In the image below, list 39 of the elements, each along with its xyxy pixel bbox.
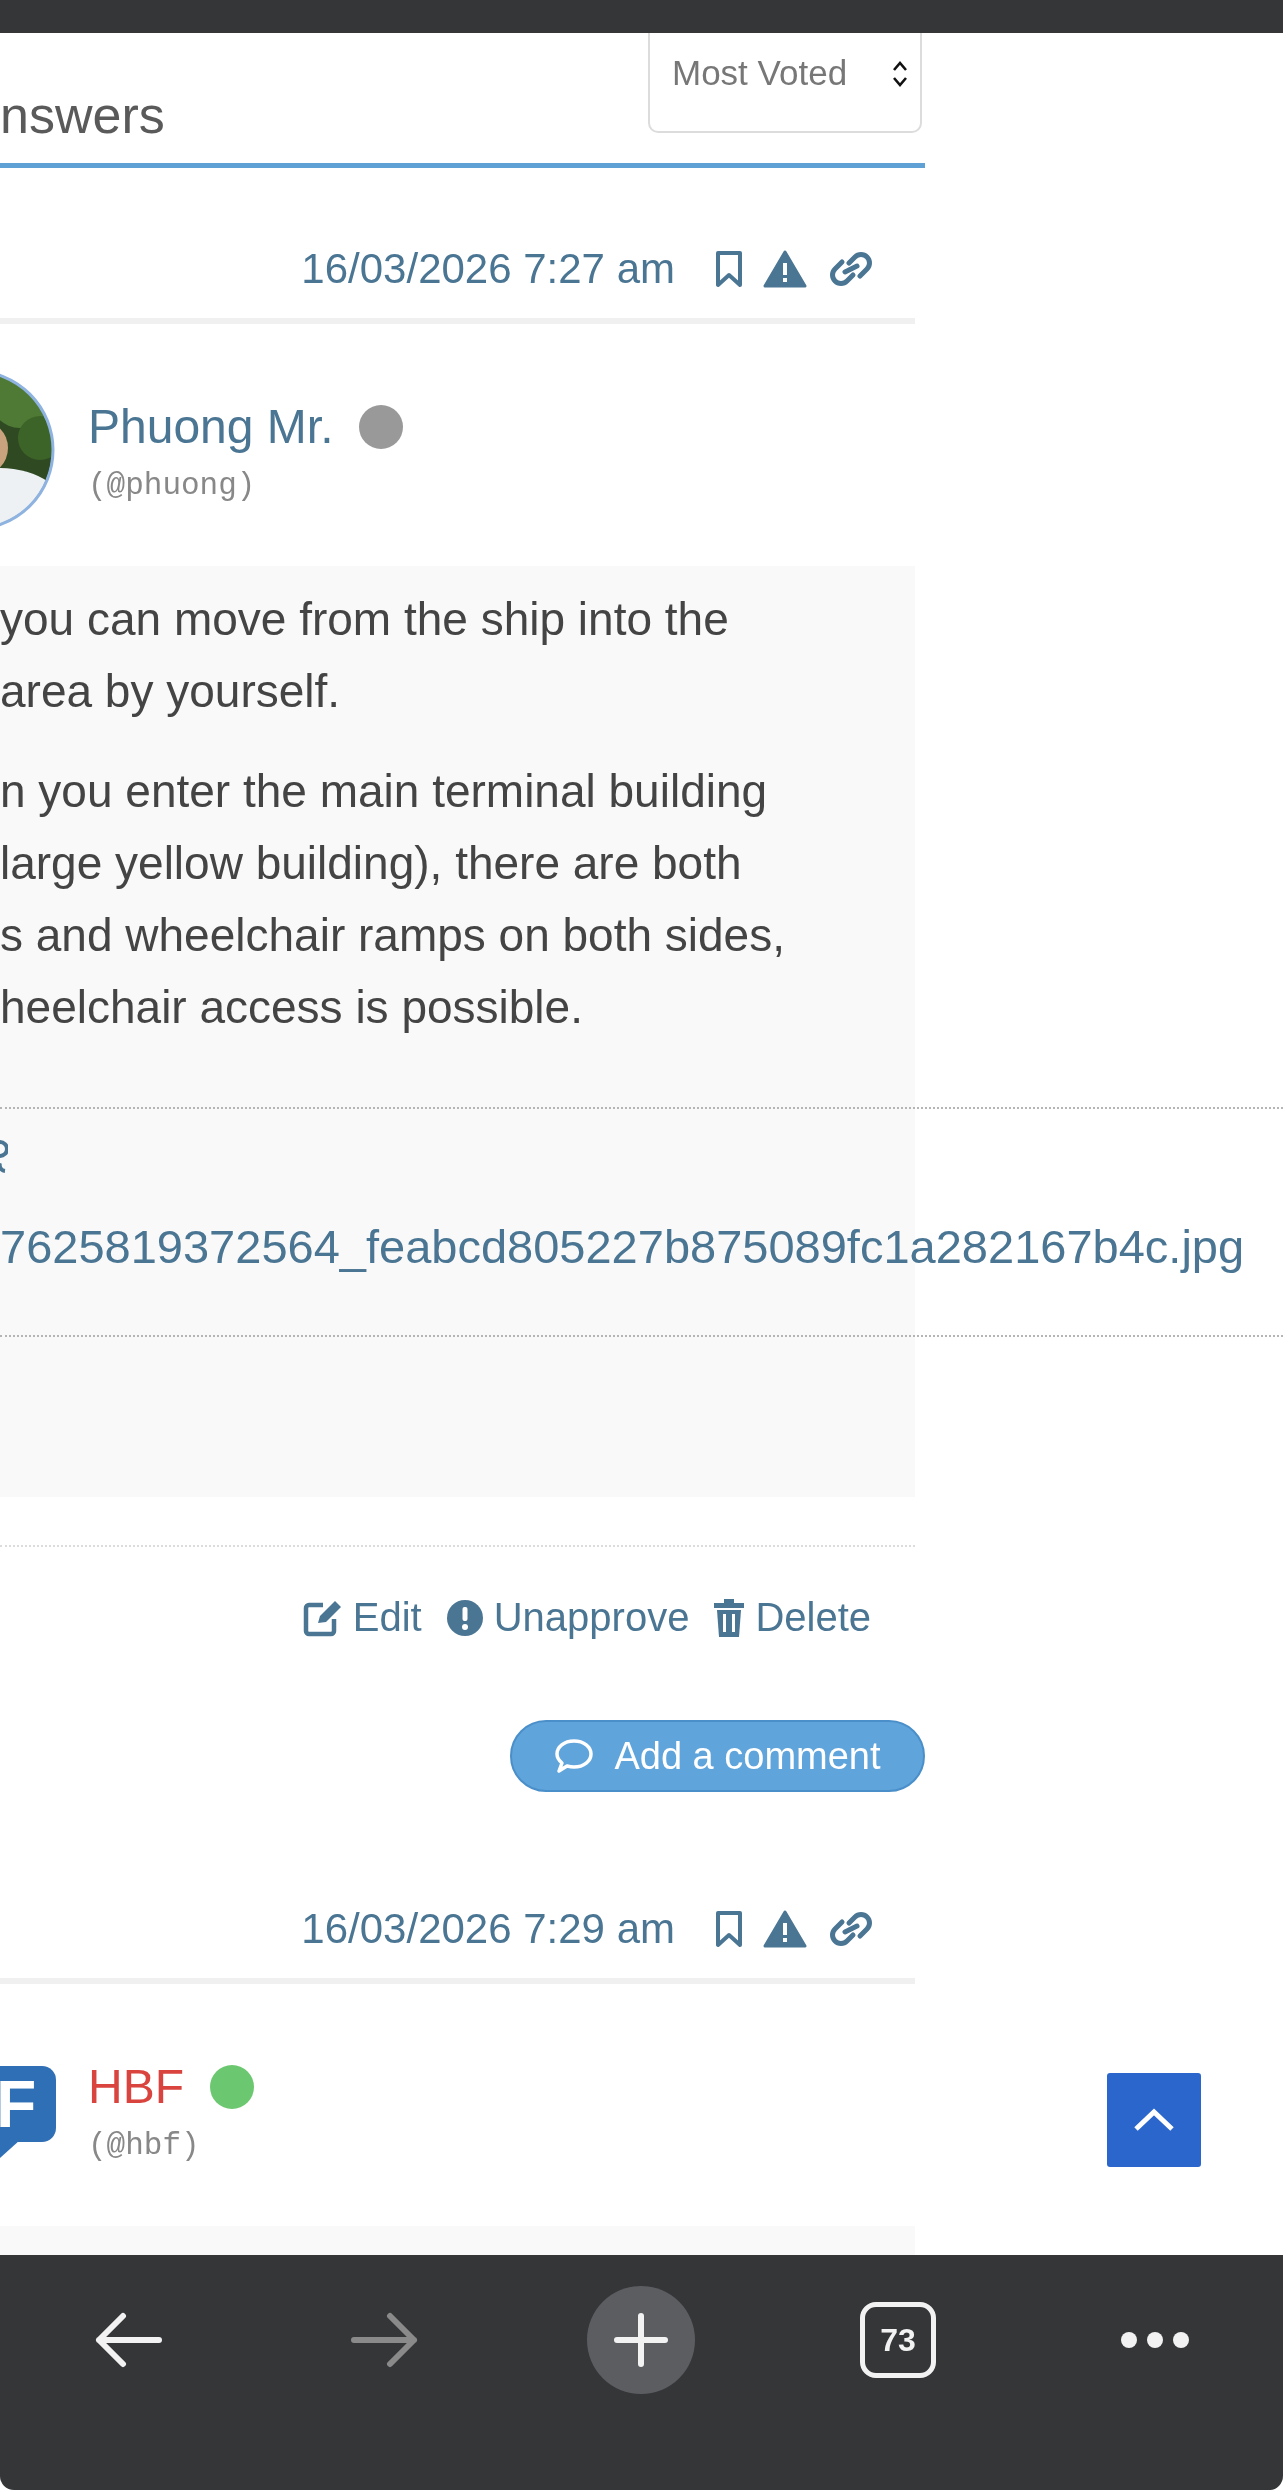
answer-text: s and wheelchair ramps on both sides, — [0, 908, 786, 963]
author-handle: (@hbf) — [88, 2128, 201, 2163]
bookmark-icon[interactable] — [715, 250, 743, 288]
back-to-top-button[interactable] — [1107, 2073, 1201, 2167]
answer-text: n you enter the main terminal building — [0, 764, 769, 819]
author-handle: (@phuong) — [88, 468, 257, 503]
delete-action[interactable]: Delete — [713, 1595, 871, 1640]
bookmark-icon[interactable] — [715, 1910, 743, 1948]
answer-text: heelchair access is possible. — [0, 980, 584, 1035]
answer-text: area by yourself. — [0, 664, 342, 719]
answer-text: large yellow building), there are both — [0, 836, 743, 891]
tabs-button[interactable]: 73 — [833, 2285, 964, 2395]
partial-icon — [0, 1139, 8, 1173]
attachment-link[interactable]: 7625819372564_feabcd805227b875089fc1a282167b4c.jpg — [0, 1219, 1245, 1274]
sort-select[interactable]: Most Voted — [648, 33, 922, 133]
trash-icon — [713, 1598, 746, 1637]
edit-action[interactable]: Edit — [302, 1595, 422, 1640]
warning-icon[interactable] — [763, 250, 807, 288]
link-icon[interactable] — [827, 250, 875, 288]
author-name[interactable]: Phuong Mr. — [88, 399, 334, 454]
forum-logo: F — [0, 2066, 56, 2156]
answer-date: 16/03/2026 7:27 am — [301, 245, 675, 293]
author-name[interactable]: HBF — [88, 2059, 184, 2114]
speech-bubble-icon — [554, 1738, 595, 1774]
exclamation-icon — [445, 1598, 484, 1637]
link-icon[interactable] — [827, 1910, 875, 1948]
edit-icon — [302, 1598, 343, 1637]
section-heading: nswers — [0, 85, 165, 146]
chevron-up-icon — [1132, 2107, 1176, 2133]
caret-icon — [892, 60, 908, 88]
add-comment-button[interactable]: Add a comment — [510, 1720, 925, 1792]
more-icon — [1119, 2330, 1190, 2350]
answer-text: you can move from the ship into the — [0, 592, 730, 647]
back-arrow-icon — [93, 2312, 164, 2368]
warning-icon[interactable] — [763, 1910, 807, 1948]
answer-date: 16/03/2026 7:29 am — [301, 1905, 675, 1953]
unapprove-action[interactable]: Unapprove — [445, 1595, 690, 1640]
forward-arrow-icon — [349, 2312, 420, 2368]
plus-icon — [613, 2312, 670, 2368]
